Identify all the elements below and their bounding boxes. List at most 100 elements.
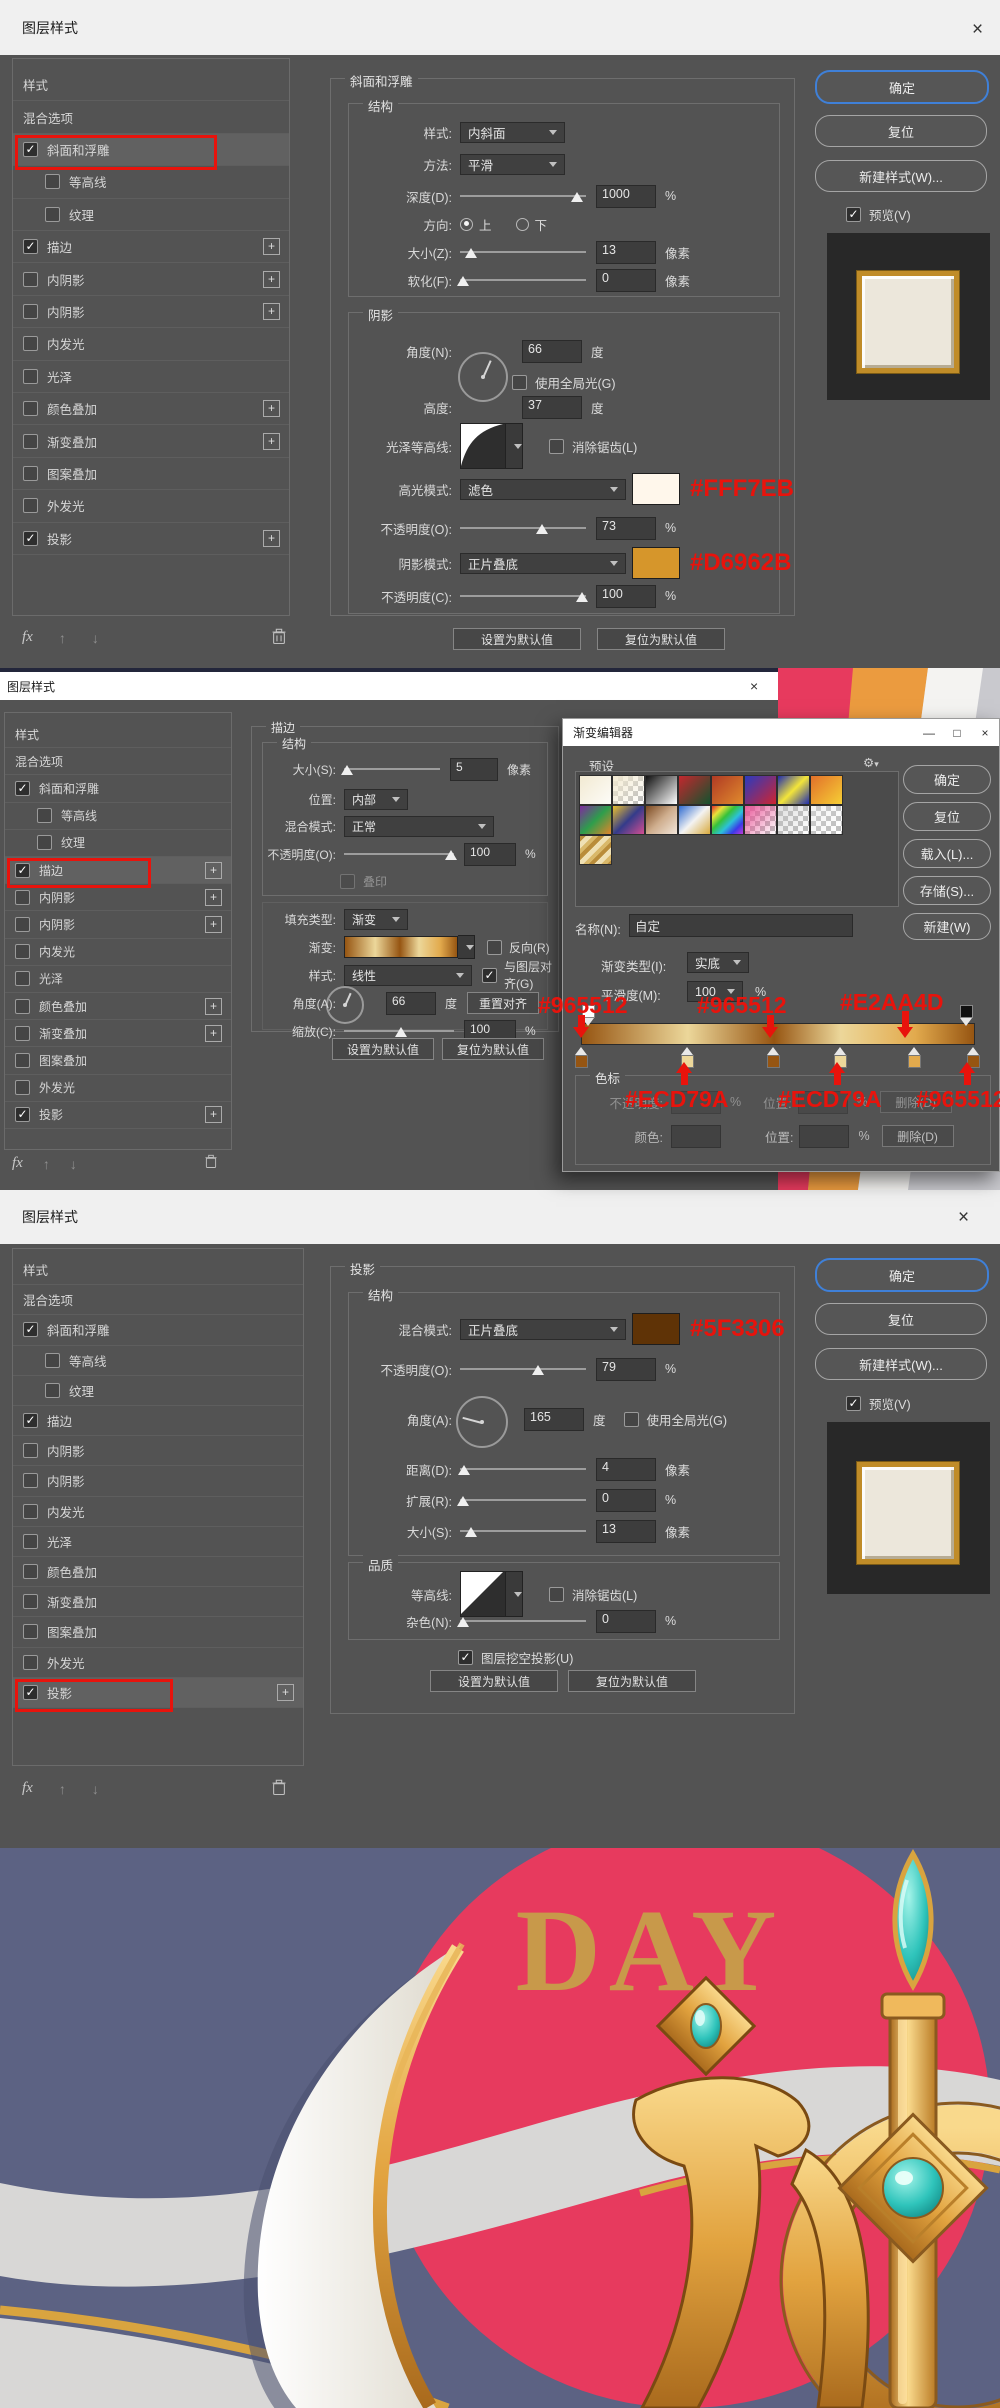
effect-checkbox[interactable]	[23, 336, 38, 352]
scale-slider[interactable]	[344, 1023, 454, 1039]
style-dropdown[interactable]: 内斜面	[460, 121, 565, 143]
gradient-preset-6[interactable]	[777, 775, 810, 805]
knockout-checkbox[interactable]: ✓	[458, 1649, 473, 1665]
reset-align-button[interactable]: 重置对齐	[467, 992, 540, 1014]
effect-checkbox[interactable]	[23, 368, 38, 384]
effect-checkbox[interactable]: ✓	[23, 1322, 38, 1338]
sidebar-item-光泽[interactable]: 光泽	[13, 1527, 303, 1557]
angle-value[interactable]: 66	[386, 991, 436, 1015]
direction-up-radio[interactable]	[460, 217, 473, 231]
ok-button[interactable]: 确定	[815, 1258, 989, 1292]
antialias-checkbox[interactable]	[549, 438, 564, 454]
opacity-slider[interactable]	[344, 846, 457, 862]
add-effect-icon[interactable]: +	[263, 432, 280, 450]
size-value[interactable]: 13	[596, 240, 656, 264]
sidebar-item-等高线[interactable]: 等高线	[13, 1346, 303, 1376]
move-up-icon[interactable]: ↑	[59, 1781, 66, 1797]
sidebar-item-描边[interactable]: ✓ 描边	[13, 1406, 303, 1437]
effect-checkbox[interactable]	[45, 1382, 60, 1398]
sidebar-item-投影[interactable]: ✓ 投影 +	[13, 1677, 303, 1712]
new-style-button[interactable]: 新建样式(W)...	[815, 1348, 987, 1380]
move-down-icon[interactable]: ↓	[92, 630, 99, 646]
gradient-preset-12[interactable]	[711, 805, 744, 835]
sidebar-item-混合选项[interactable]: 混合选项	[13, 101, 289, 134]
noise-value[interactable]: 0	[596, 1609, 656, 1633]
preview-checkbox[interactable]: ✓	[846, 1395, 861, 1411]
gradient-bar[interactable]	[575, 1005, 980, 1068]
sidebar-item-渐变叠加[interactable]: 渐变叠加 +	[5, 1020, 231, 1048]
opacity-stop[interactable]	[960, 1005, 973, 1026]
minimize-icon[interactable]: —	[915, 726, 943, 740]
effect-checkbox[interactable]: ✓	[15, 1107, 30, 1123]
effect-checkbox[interactable]: ✓	[23, 141, 38, 157]
sidebar-item-图案叠加[interactable]: 图案叠加	[13, 458, 289, 491]
opacity2-slider[interactable]	[460, 588, 589, 604]
sidebar-item-渐变叠加[interactable]: 渐变叠加 +	[13, 425, 289, 458]
stop-color-swatch[interactable]	[671, 1124, 721, 1148]
sidebar-item-内发光[interactable]: 内发光	[5, 939, 231, 966]
gradient-preset-11[interactable]	[678, 805, 711, 835]
move-down-icon[interactable]: ↓	[70, 1156, 77, 1172]
gradient-preset-0[interactable]	[579, 775, 612, 805]
opacity-slider[interactable]	[460, 520, 586, 536]
new-style-button[interactable]: 新建样式(W)...	[815, 160, 987, 192]
color-stop[interactable]	[575, 1047, 588, 1068]
gradient-preset-9[interactable]	[612, 805, 645, 835]
effect-checkbox[interactable]	[23, 1594, 38, 1610]
add-effect-icon[interactable]: +	[277, 1683, 294, 1701]
sidebar-item-纹理[interactable]: 纹理	[13, 199, 289, 231]
effect-checkbox[interactable]: ✓	[15, 862, 30, 878]
sidebar-item-纹理[interactable]: 纹理	[13, 1376, 303, 1406]
move-up-icon[interactable]: ↑	[43, 1156, 50, 1172]
gradient-preset-16[interactable]	[579, 835, 612, 865]
set-default-button[interactable]: 设置为默认值	[332, 1038, 434, 1060]
effect-checkbox[interactable]	[45, 1352, 60, 1368]
effect-checkbox[interactable]	[15, 1025, 30, 1041]
reset-button[interactable]: 复位	[815, 1303, 987, 1335]
shadow-mode-dropdown[interactable]: 正片叠底	[460, 552, 626, 574]
sidebar-item-样式[interactable]: 样式	[13, 1255, 303, 1286]
sidebar-item-混合选项[interactable]: 混合选项	[5, 748, 231, 776]
effect-checkbox[interactable]	[45, 174, 60, 190]
sidebar-item-颜色叠加[interactable]: 颜色叠加 +	[5, 993, 231, 1021]
gradient-swatch[interactable]	[344, 936, 458, 958]
global-light-checkbox[interactable]	[623, 1411, 639, 1427]
distance-slider[interactable]	[457, 1461, 586, 1477]
gradient-preset-15[interactable]	[810, 805, 843, 835]
sidebar-item-内阴影[interactable]: 内阴影 +	[5, 911, 231, 939]
add-effect-icon[interactable]: +	[263, 270, 280, 288]
add-effect-icon[interactable]: +	[205, 915, 222, 933]
reverse-checkbox[interactable]	[487, 939, 502, 955]
delete-stop-button[interactable]: 删除(D)	[881, 1125, 954, 1147]
effect-checkbox[interactable]: ✓	[23, 530, 38, 546]
shadow-color-swatch[interactable]	[632, 1313, 680, 1345]
effect-checkbox[interactable]	[23, 1624, 38, 1640]
sidebar-item-样式[interactable]: 样式	[5, 721, 231, 749]
align-checkbox[interactable]: ✓	[482, 967, 497, 983]
gradient-preset-3[interactable]	[678, 775, 711, 805]
opacity-value[interactable]: 79	[596, 1357, 656, 1381]
opacity-value[interactable]: 100	[464, 842, 516, 866]
sidebar-item-描边[interactable]: ✓ 描边 +	[13, 231, 289, 264]
effect-checkbox[interactable]	[23, 498, 38, 514]
size-value[interactable]: 13	[596, 1519, 656, 1543]
fill-type-dropdown[interactable]: 渐变	[344, 908, 408, 930]
gradient-preset-8[interactable]	[579, 805, 612, 835]
sidebar-item-投影[interactable]: ✓ 投影 +	[5, 1102, 231, 1129]
effect-checkbox[interactable]	[37, 808, 52, 824]
effect-checkbox[interactable]	[23, 1564, 38, 1580]
reset-default-button[interactable]: 复位为默认值	[442, 1038, 544, 1060]
effect-checkbox[interactable]	[15, 944, 30, 960]
opacity2-value[interactable]: 100	[596, 584, 656, 608]
sidebar-item-内阴影[interactable]: 内阴影 +	[13, 296, 289, 329]
maximize-icon[interactable]: □	[943, 726, 971, 740]
add-effect-icon[interactable]: +	[263, 302, 280, 320]
effect-checkbox[interactable]	[23, 271, 38, 287]
style-dropdown[interactable]: 线性	[344, 964, 472, 986]
sidebar-item-斜面和浮雕[interactable]: ✓ 斜面和浮雕	[5, 775, 231, 803]
opacity-slider[interactable]	[460, 1361, 586, 1377]
global-light-checkbox[interactable]	[512, 374, 527, 390]
soften-slider[interactable]	[456, 272, 586, 288]
sidebar-item-斜面和浮雕[interactable]: ✓ 斜面和浮雕	[13, 133, 289, 170]
antialias-checkbox[interactable]	[549, 1586, 564, 1602]
